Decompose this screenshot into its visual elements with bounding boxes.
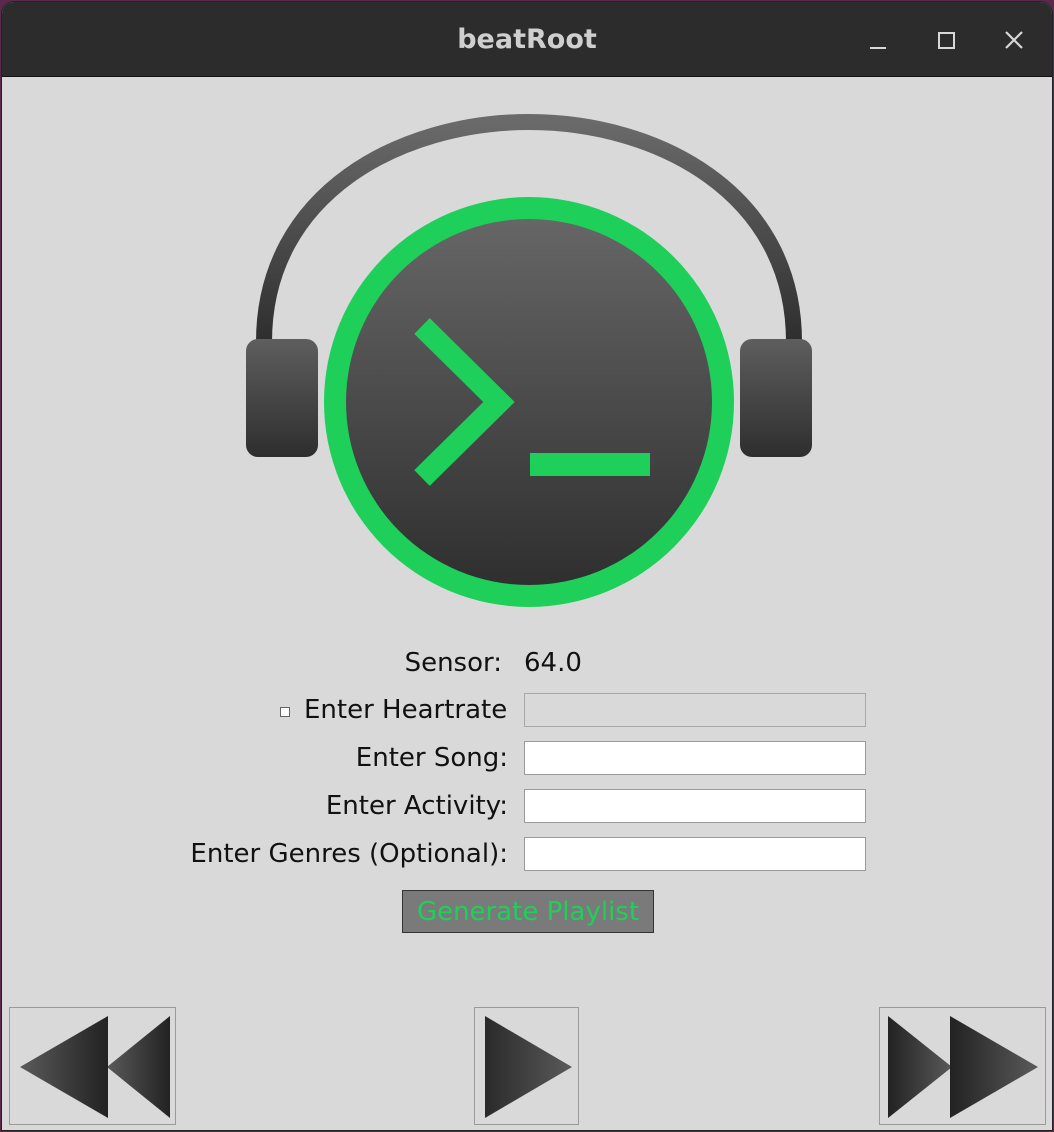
sensor-label: Sensor: xyxy=(404,648,502,678)
play-button[interactable] xyxy=(474,1007,579,1125)
heartrate-input[interactable] xyxy=(524,693,866,727)
headphones-terminal-logo xyxy=(246,113,812,607)
heartrate-checkbox[interactable] xyxy=(280,707,290,717)
maximize-button[interactable] xyxy=(928,22,964,58)
song-input[interactable] xyxy=(524,741,866,775)
title-bar[interactable]: beatRoot xyxy=(2,2,1052,77)
rewind-icon xyxy=(20,1016,170,1118)
play-icon xyxy=(485,1016,572,1118)
minimize-button[interactable] xyxy=(860,22,896,58)
close-button[interactable] xyxy=(996,22,1032,58)
minimize-icon xyxy=(870,47,886,49)
rewind-button[interactable] xyxy=(9,1007,176,1125)
close-icon xyxy=(1005,31,1023,49)
activity-input[interactable] xyxy=(524,789,866,823)
generate-playlist-button[interactable]: Generate Playlist xyxy=(402,890,654,933)
heartrate-label: Enter Heartrate xyxy=(304,695,508,725)
fast-forward-icon xyxy=(888,1016,1038,1118)
fast-forward-button[interactable] xyxy=(879,1007,1046,1125)
app-window: beatRoot Sensor: 64.0 Enter Heartrate En… xyxy=(2,2,1052,1130)
activity-label: Enter Activity: xyxy=(325,791,508,821)
song-label: Enter Song: xyxy=(355,743,508,773)
genres-input[interactable] xyxy=(524,837,866,871)
maximize-icon xyxy=(938,32,955,49)
sensor-value: 64.0 xyxy=(524,648,582,678)
genres-label: Enter Genres (Optional): xyxy=(190,839,508,869)
